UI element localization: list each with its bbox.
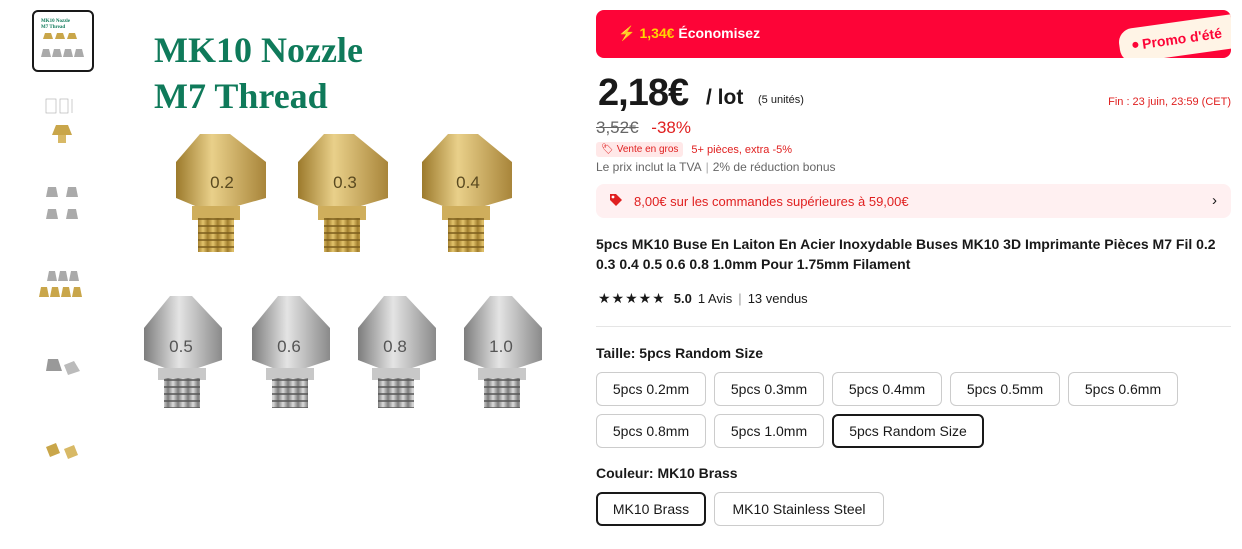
discount-percent: -38% xyxy=(651,118,691,137)
size-option[interactable]: 5pcs 1.0mm xyxy=(714,414,824,448)
nozzle-label: 0.6 xyxy=(277,337,301,356)
size-option[interactable]: 5pcs 0.8mm xyxy=(596,414,706,448)
savings-amount: 1,34€ xyxy=(639,25,675,41)
brass-nozzle-1: 0.2 xyxy=(176,134,266,252)
brass-nozzle-2: 0.3 xyxy=(298,134,388,252)
promo-dot-icon xyxy=(1131,41,1139,49)
bulk-discount-row: 🏷 Vente en gros 5+ pièces, extra -5% xyxy=(596,142,792,157)
size-option[interactable]: 5pcs 0.3mm xyxy=(714,372,824,406)
vat-row: Le prix inclut la TVA | 2% de réduction bo… xyxy=(596,160,836,174)
promo-tag: Promo d'été xyxy=(1117,14,1231,58)
original-price: 3,52€ xyxy=(596,118,639,137)
size-option[interactable]: 5pcs 0.4mm xyxy=(832,372,942,406)
size-option-selected[interactable]: 5pcs Random Size xyxy=(832,414,984,448)
bulk-badge: 🏷 Vente en gros xyxy=(596,142,684,157)
image-title-line2: M7 Thread xyxy=(154,76,328,116)
thumbnail-6[interactable] xyxy=(32,420,94,482)
nozzle-label: 0.3 xyxy=(333,173,357,192)
product-info-panel: ⚡ 1,34€ Économisez Promo d'été 2,18€ / lo… xyxy=(596,10,1231,526)
nozzle-label: 0.4 xyxy=(456,173,480,192)
brass-nozzle-3: 0.4 xyxy=(422,134,512,252)
lot-units: (5 unités) xyxy=(758,94,804,106)
nozzle-label: 0.2 xyxy=(210,173,234,192)
color-label: Couleur: MK10 Brass xyxy=(596,465,738,481)
thumbnail-3[interactable] xyxy=(32,174,94,236)
thumbnail-5[interactable] xyxy=(32,338,94,400)
bulk-badge-label: Vente en gros xyxy=(616,144,679,155)
lightning-icon: ⚡ xyxy=(618,25,636,41)
current-price: 2,18€ xyxy=(598,72,689,114)
steel-nozzle-2: 0.6 xyxy=(252,296,330,408)
image-title-line1: MK10 Nozzle xyxy=(154,30,363,70)
svg-text:MK10 Nozzle: MK10 Nozzle xyxy=(41,19,71,24)
rating-score: 5.0 xyxy=(673,291,692,306)
savings-label: Économisez xyxy=(678,25,761,41)
color-option-selected[interactable]: MK10 Brass xyxy=(596,492,706,526)
coupon-text: 8,00€ sur les commandes supérieures à 59… xyxy=(634,193,909,209)
size-option[interactable]: 5pcs 0.6mm xyxy=(1068,372,1178,406)
promo-banner: ⚡ 1,34€ Économisez Promo d'été xyxy=(596,10,1231,58)
price-row: 2,18€ / lot (5 unités) Fin : 23 juin, 23… xyxy=(596,72,1231,116)
star-rating-icon: ★★★★★ xyxy=(598,290,666,306)
nozzle-label: 0.5 xyxy=(169,337,193,356)
vat-text: Le prix inclut la TVA xyxy=(596,160,702,174)
bulk-discount-text: 5+ pièces, extra -5% xyxy=(691,143,793,156)
nozzle-label: 0.8 xyxy=(383,337,407,356)
chevron-right-icon: › xyxy=(1212,192,1217,209)
color-option[interactable]: MK10 Stainless Steel xyxy=(714,492,884,526)
promo-end-date: Fin : 23 juin, 23:59 (CET) xyxy=(1108,96,1231,108)
sold-count: 13 vendus xyxy=(747,291,808,306)
size-label: Taille: 5pcs Random Size xyxy=(596,345,764,361)
svg-text:M7 Thread: M7 Thread xyxy=(41,25,65,30)
tag-icon: 🏷 xyxy=(601,144,614,155)
size-option[interactable]: 5pcs 0.2mm xyxy=(596,372,706,406)
main-product-image[interactable]: MK10 Nozzle M7 Thread 0.2 0.3 0.4 0.5 0.… xyxy=(118,10,578,440)
savings-text: ⚡ 1,34€ Économisez xyxy=(618,25,760,42)
old-price-row: 3,52€ -38% xyxy=(596,118,691,138)
review-count[interactable]: 1 Avis xyxy=(698,291,732,306)
size-option[interactable]: 5pcs 0.5mm xyxy=(950,372,1060,406)
steel-nozzle-4: 1.0 xyxy=(464,296,542,408)
thumbnail-list: MK10 Nozzle M7 Thread xyxy=(32,10,98,502)
thumbnail-4[interactable] xyxy=(32,256,94,318)
steel-nozzle-1: 0.5 xyxy=(144,296,222,408)
rating-row[interactable]: ★★★★★ 5.0 1 Avis | 13 vendus xyxy=(598,290,808,307)
coupon-banner[interactable]: 8,00€ sur les commandes supérieures à 59… xyxy=(596,184,1231,218)
nozzle-label: 1.0 xyxy=(489,337,513,356)
coupon-tag-icon xyxy=(608,192,624,211)
divider xyxy=(596,326,1231,327)
steel-nozzle-3: 0.8 xyxy=(358,296,436,408)
thumbnail-2[interactable] xyxy=(32,92,94,154)
price-unit: / lot xyxy=(706,86,744,109)
product-title: 5pcs MK10 Buse En Laiton En Acier Inoxyd… xyxy=(596,236,1216,272)
promo-tag-label: Promo d'été xyxy=(1141,24,1223,52)
bonus-text: 2% de réduction bonus xyxy=(712,160,836,174)
thumbnail-1[interactable]: MK10 Nozzle M7 Thread xyxy=(32,10,94,72)
